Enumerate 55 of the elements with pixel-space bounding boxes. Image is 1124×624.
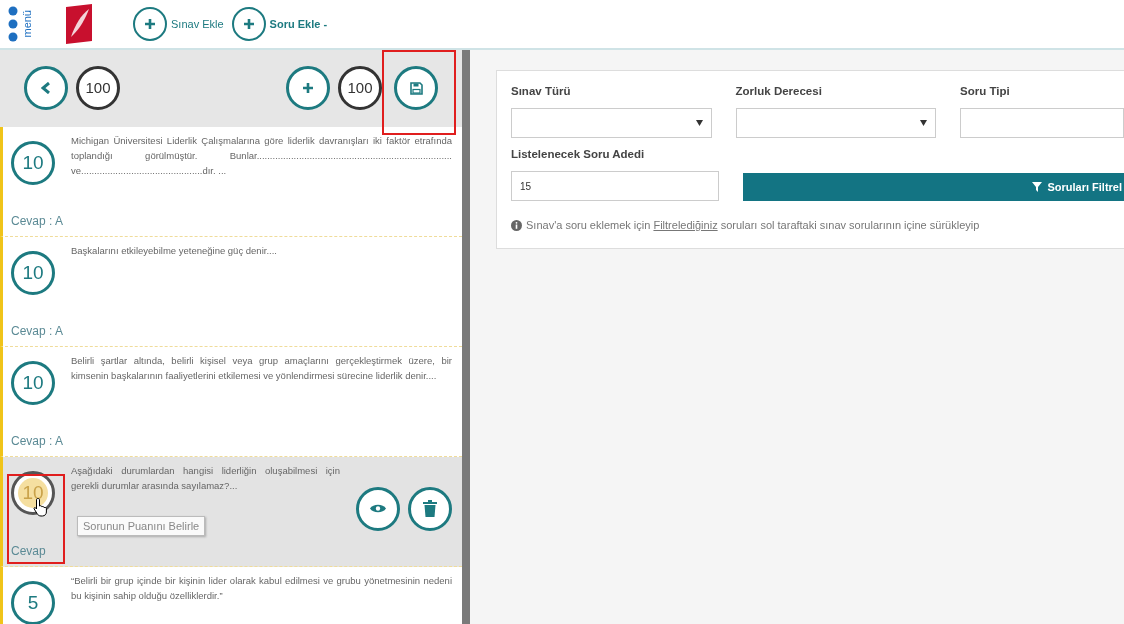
preview-button[interactable]: [356, 486, 400, 531]
plus-icon: [144, 17, 156, 30]
question-item[interactable]: [0, 126, 462, 237]
add-button[interactable]: [286, 66, 330, 111]
select-field[interactable]: [735, 108, 937, 139]
add-link[interactable]: Sınav Ekle: [171, 15, 224, 33]
filter-button[interactable]: Soruları Filtrel: [743, 173, 1124, 202]
menu-icon: [8, 5, 18, 42]
add-icon-button[interactable]: [133, 6, 167, 41]
question-text: Aşağıdaki durumlardan hangisi liderliğin oluşabilmesi için gerekli durumlar arasında sayılamaz?...: [71, 463, 340, 493]
field-label: Zorluk Derecesi: [735, 83, 823, 99]
answer-text: Cevap: [11, 543, 46, 558]
plus-icon: [302, 82, 314, 95]
question-text: “Belirli bir grup içinde bir kişinin lider olarak kabul edilmesi ve grubu yönetmesinin nedeni bu kişinin sahip olduğu özelliklerdir.”: [71, 573, 452, 603]
save-button[interactable]: [394, 66, 438, 111]
eye-icon: [369, 503, 387, 515]
question-item[interactable]: 10 Aşağıdaki durumlardan hangisi liderliğin oluşabilmesi için gerekli durumlar arasında sayılamaz?... Cevap Sorunun Puanını Belirle: [0, 456, 462, 567]
question-text: Michigan Üniversitesi Liderlik Çalışmalarına göre liderlik davranışları iki faktör etrafında toplandığı görülmüştür. Bunlar.......................................................................... ve..............................................dır. ...: [71, 133, 452, 178]
score-button[interactable]: 10: [11, 360, 55, 405]
score-button[interactable]: 10: [11, 140, 55, 185]
tooltip: Sorunun Puanını Belirle: [77, 515, 206, 537]
answer-text: Cevap : A: [11, 323, 64, 338]
answer-text: Cevap : A: [11, 213, 64, 228]
field-label: Soru Tipi: [960, 83, 1011, 99]
add-link[interactable]: Soru Ekle -: [269, 15, 328, 33]
filter-icon: [1032, 182, 1043, 193]
menu-label: menü: [22, 10, 33, 38]
plus-icon: [242, 17, 255, 30]
score-total: 100: [76, 66, 120, 111]
select-field[interactable]: [511, 108, 712, 139]
info-text: Sınav'a soru eklemek için Filtrelediğiniz soruları sol taraftaki sınav sorularının içine sürükleyip: [526, 218, 980, 234]
info-icon: [511, 220, 522, 232]
count-input[interactable]: 15: [511, 171, 719, 202]
back-button[interactable]: [24, 66, 68, 111]
score-total: 100: [338, 66, 382, 111]
question-text: Başkalarını etkileyebilme yeteneğine güç denir....: [71, 243, 278, 258]
delete-button[interactable]: [408, 486, 452, 531]
logo-icon: [65, 2, 93, 45]
answer-text: Cevap : A: [11, 433, 64, 448]
question-text: Belirli şartlar altında, belirli kişisel veya grup amaçlarını gerçekleştirmek üzere, bir kimsenin başkalarının faaliyetlerini etkilemesi ve yönlendirmesi sürecine liderlik denir....: [71, 353, 452, 383]
question-item[interactable]: 10 Başkalarını etkileyebilme yeteneğine güç denir.... Cevap : A: [0, 236, 462, 347]
field-label: Listelenecek Soru Adedi: [511, 147, 646, 163]
save-icon: [409, 81, 423, 95]
trash-icon: [423, 500, 437, 518]
dropdown-caret-icon: [920, 120, 928, 127]
field-label: Sınav Türü: [511, 83, 572, 99]
add-icon-button[interactable]: [231, 6, 266, 41]
dropdown-caret-icon: [695, 120, 703, 127]
menu-button[interactable]: menü: [8, 5, 33, 42]
score-button[interactable]: 10: [11, 250, 55, 295]
filter-link[interactable]: Filtrelediğiniz: [653, 219, 718, 232]
question-item[interactable]: 10 Belirli şartlar altında, belirli kişisel veya grup amaçlarını gerçekleştirmek üzere, bir kimsenin başkalarının faaliyetlerini etkilemesi ve yönlendirmesi sürecine liderlik denir.... Cevap : A: [0, 346, 462, 457]
score-button[interactable]: 5: [11, 580, 55, 624]
chevron-left-icon: [41, 82, 51, 95]
select-field[interactable]: [960, 108, 1124, 139]
